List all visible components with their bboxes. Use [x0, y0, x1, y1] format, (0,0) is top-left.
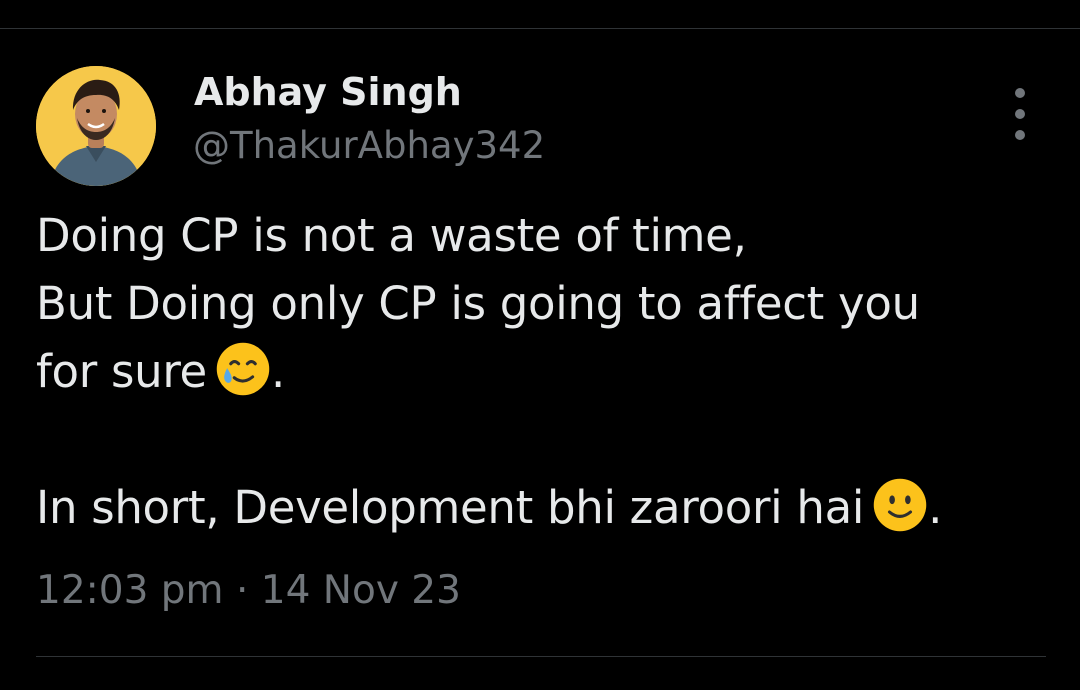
tweet-line-end: .	[928, 481, 943, 534]
tweet-line: In short, Development bhi zaroori hai .	[36, 474, 1066, 542]
tweet-line: Doing CP is not a waste of time,	[36, 209, 747, 262]
tweet-line-text: In short, Development bhi zaroori hai	[36, 481, 865, 534]
tweet-line-text: for sure	[36, 345, 207, 398]
tweet-line: for sure .	[36, 338, 1066, 406]
tweet-text: Doing CP is not a waste of time, But Doi…	[36, 202, 1066, 542]
tweet-time[interactable]: 12:03 pm	[36, 568, 224, 613]
slightly-smiling-face-icon	[873, 478, 927, 532]
more-options-button[interactable]	[1002, 88, 1038, 140]
author-display-name[interactable]: Abhay Singh	[194, 70, 462, 114]
tweet-meta: 12:03 pm · 14 Nov 23	[36, 568, 461, 613]
tweet-line-end: .	[270, 345, 285, 398]
bottom-divider	[36, 656, 1046, 657]
tweet-date[interactable]: 14 Nov 23	[261, 568, 461, 613]
avatar[interactable]	[36, 66, 156, 186]
smiling-face-with-tear-icon	[216, 342, 270, 396]
more-vertical-icon	[1015, 88, 1025, 98]
top-divider	[0, 28, 1080, 29]
meta-separator: ·	[235, 568, 249, 613]
avatar-image	[36, 66, 156, 186]
more-vertical-icon-dot	[1015, 109, 1025, 119]
tweet-line: But Doing only CP is going to affect you	[36, 277, 920, 330]
more-vertical-icon-dot	[1015, 130, 1025, 140]
author-handle[interactable]: @ThakurAbhay342	[193, 124, 545, 167]
